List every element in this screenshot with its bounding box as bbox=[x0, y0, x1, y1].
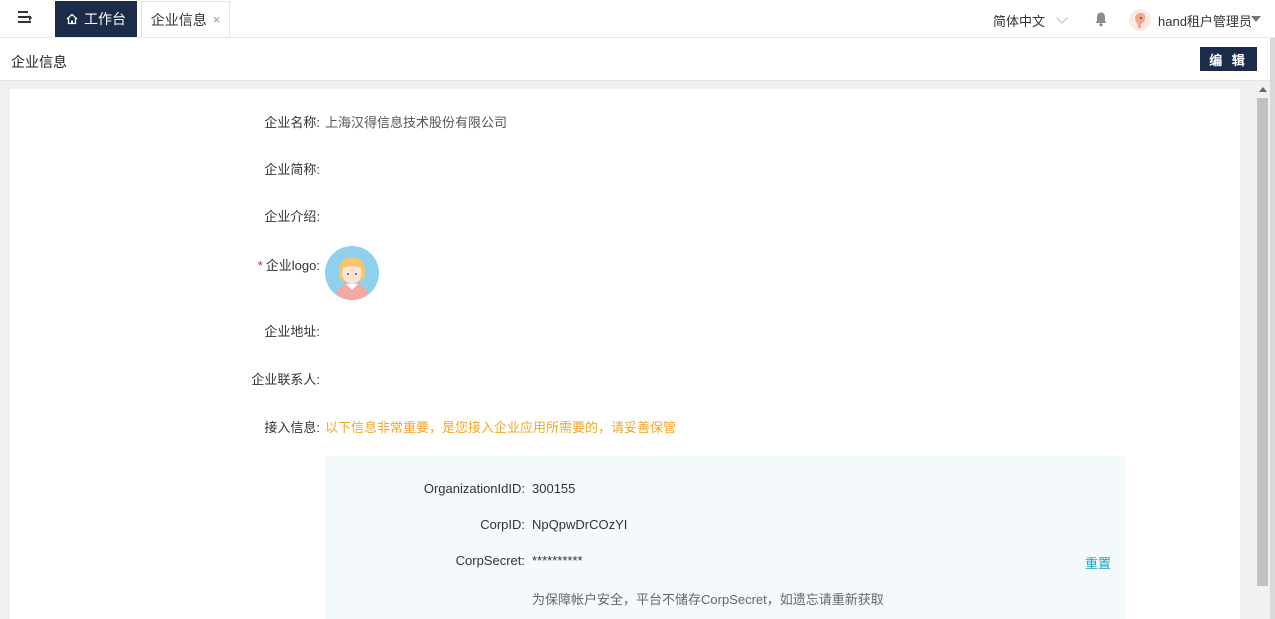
top-bar: 工作台 企业信息 × 简体中文 hand租户管理员 bbox=[0, 0, 1275, 38]
close-icon[interactable]: × bbox=[213, 12, 221, 27]
home-icon bbox=[66, 13, 78, 25]
field-enterprise-short-name: 企业简称: bbox=[10, 159, 1240, 179]
window-edge bbox=[1270, 38, 1275, 619]
bell-icon[interactable] bbox=[1093, 11, 1109, 27]
scroll-up-icon[interactable] bbox=[1259, 87, 1267, 92]
enterprise-name-label: 企业名称: bbox=[264, 115, 320, 130]
scrollbar-thumb[interactable] bbox=[1257, 98, 1268, 586]
corp-secret-label: CorpSecret: bbox=[455, 553, 525, 568]
tab-workbench-label: 工作台 bbox=[84, 11, 126, 27]
tab-enterprise-info[interactable]: 企业信息 × bbox=[141, 1, 230, 37]
field-enterprise-contact: 企业联系人: bbox=[10, 369, 1240, 389]
enterprise-logo-label-text: 企业logo: bbox=[265, 258, 320, 273]
user-name[interactable]: hand租户管理员 bbox=[1158, 11, 1252, 30]
field-organization-id: OrganizationIdID: 300155 bbox=[325, 481, 1125, 501]
enterprise-logo-label: * 企业logo: bbox=[258, 255, 320, 274]
corp-secret-hint: 为保障帐户安全，平台不储存CorpSecret，如遗忘请重新获取 bbox=[532, 592, 884, 607]
corp-secret-value: ********** bbox=[532, 553, 583, 568]
page-title: 企业信息 bbox=[11, 54, 67, 70]
enterprise-info-panel: 企业名称: 上海汉得信息技术股份有限公司 企业简称: 企业介绍: * 企业logo… bbox=[10, 89, 1240, 619]
required-mark: * bbox=[257, 258, 263, 273]
field-corp-id: CorpID: NpQpwDrCOzYI bbox=[325, 517, 1125, 537]
enterprise-contact-label: 企业联系人: bbox=[251, 372, 320, 387]
corp-id-label: CorpID: bbox=[480, 517, 525, 532]
access-warning-text: 以下信息非常重要，是您接入企业应用所需要的，请妥善保管 bbox=[325, 420, 677, 435]
enterprise-name-value: 上海汉得信息技术股份有限公司 bbox=[325, 115, 508, 130]
field-enterprise-intro: 企业介绍: bbox=[10, 206, 1240, 226]
language-selector[interactable]: 简体中文 bbox=[993, 11, 1045, 30]
chevron-down-icon[interactable] bbox=[1056, 12, 1068, 24]
corp-id-value: NpQpwDrCOzYI bbox=[532, 517, 628, 532]
menu-toggle-icon[interactable] bbox=[16, 9, 34, 27]
vertical-scrollbar[interactable] bbox=[1255, 81, 1270, 619]
field-secret-hint: 为保障帐户安全，平台不储存CorpSecret，如遗忘请重新获取 bbox=[325, 589, 1125, 609]
access-info-label: 接入信息: bbox=[264, 420, 320, 435]
field-enterprise-address: 企业地址: bbox=[10, 321, 1240, 341]
access-info-box: OrganizationIdID: 300155 CorpID: NpQpwDr… bbox=[325, 456, 1125, 619]
tab-workbench[interactable]: 工作台 bbox=[55, 1, 137, 37]
enterprise-logo-avatar bbox=[325, 246, 379, 300]
field-enterprise-name: 企业名称: 上海汉得信息技术股份有限公司 bbox=[10, 112, 1240, 132]
field-access-info: 接入信息: 以下信息非常重要，是您接入企业应用所需要的，请妥善保管 bbox=[10, 417, 1240, 437]
enterprise-short-name-label: 企业简称: bbox=[264, 162, 320, 177]
organization-id-label: OrganizationIdID: bbox=[423, 481, 525, 496]
page-header: 企业信息 编 辑 bbox=[0, 38, 1275, 81]
tab-enterprise-info-label: 企业信息 bbox=[150, 11, 207, 28]
field-enterprise-logo: * 企业logo: bbox=[10, 255, 1240, 275]
user-avatar[interactable] bbox=[1129, 9, 1151, 31]
caret-down-icon[interactable] bbox=[1251, 16, 1261, 22]
edit-button[interactable]: 编 辑 bbox=[1200, 47, 1257, 71]
reset-secret-link[interactable]: 重置 bbox=[1085, 553, 1111, 572]
enterprise-address-label: 企业地址: bbox=[264, 324, 320, 339]
organization-id-value: 300155 bbox=[532, 481, 576, 496]
field-corp-secret: CorpSecret: ********** 重置 bbox=[325, 553, 1125, 573]
enterprise-intro-label: 企业介绍: bbox=[264, 209, 320, 224]
